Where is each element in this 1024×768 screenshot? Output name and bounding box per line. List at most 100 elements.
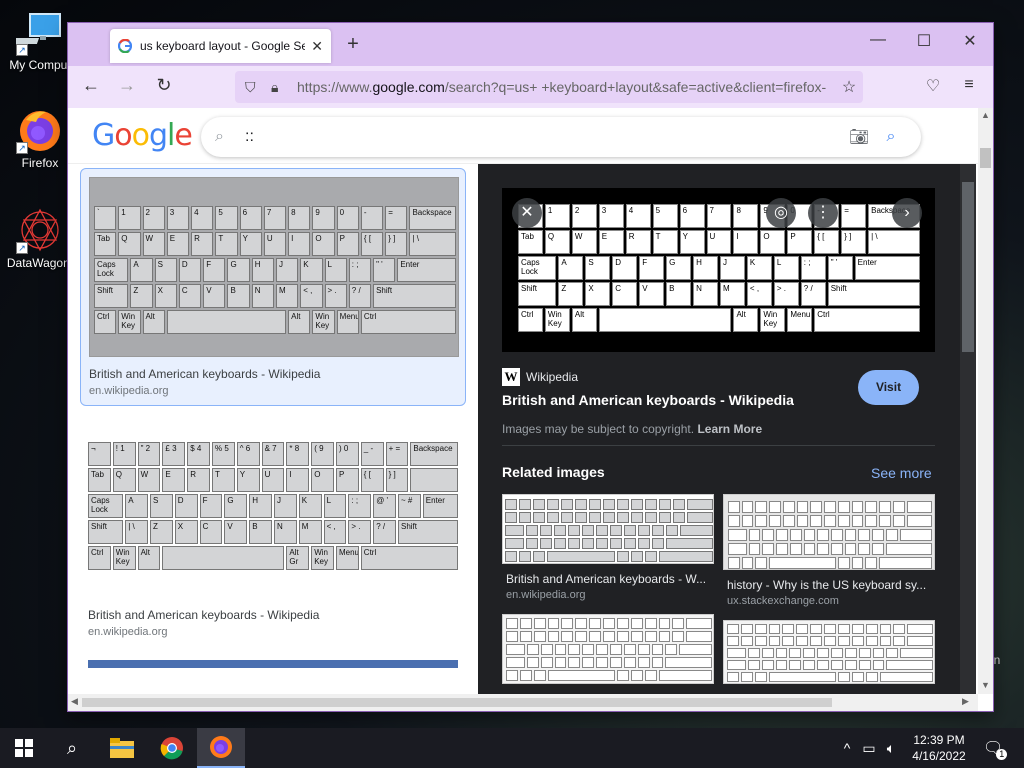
shield-icon[interactable]: ⛉ [245,79,265,96]
keyboard-key: Win Key [544,308,570,332]
keyboard-key: J [273,494,297,518]
chevron-up-icon[interactable]: ^ [836,740,858,756]
keyboard-key: H [693,256,718,280]
close-preview-icon[interactable]: ✕ [512,198,542,228]
scroll-up-icon[interactable]: ▲ [978,110,993,120]
preview-panel: `1234567890-=BackspaceTabQWERTYUIOP{ [} … [478,164,976,694]
keyboard-key [596,538,608,549]
keyboard-key: G [227,258,250,282]
scroll-down-icon[interactable]: ▼ [978,680,993,690]
keyboard-key: } ] [385,468,409,492]
keyboard-key [658,618,671,629]
see-more-link[interactable]: See more [871,465,932,481]
menu-icon[interactable]: ≡ [957,76,981,94]
pocket-icon[interactable]: ♡ [921,76,945,96]
keyboard-key: } ] [385,232,408,256]
keyboard-key [879,557,932,569]
keyboard-key [505,512,517,523]
minimize-button[interactable]: — [855,31,901,49]
back-button[interactable]: ← [79,75,103,96]
bookmark-star-icon[interactable]: ☆ [835,77,863,97]
keyboard-key [803,543,816,555]
keyboard-layout: ¬! 1 " 2 £ 3 $ 4% 5 ^ 6 & 7 * 8( 9) 0 _ - + = Bac… [88,442,458,570]
keyboard-key [686,631,712,642]
keyboard-key: } ] [841,230,867,254]
file-explorer-button[interactable] [98,728,146,768]
keyboard-key [837,501,850,513]
preview-source[interactable]: W Wikipedia [502,368,578,386]
keyboard-key [665,644,678,655]
scroll-left-icon[interactable]: ◀ [71,696,78,707]
copyright-notice: Images may be subject to copyright. Lear… [502,422,762,436]
keyboard-key: Z [149,520,173,544]
url-bar[interactable]: ⛉ 🔒︎ https://www.google.com/search?q=us+… [235,71,863,103]
network-icon[interactable]: ▭ [858,740,880,757]
keyboard-key [631,551,643,562]
keyboard-key: ) 0 [335,442,359,466]
related-image-item[interactable] [502,614,714,684]
keyboard-key [831,529,843,541]
keyboard-layout [505,499,713,562]
related-image-item[interactable] [723,620,935,684]
tab-google-search[interactable]: us keyboard layout - Google Se ✕ [110,29,331,63]
search-box[interactable]: ⌕ :: 📷︎ ⌕ [201,117,921,157]
related-image-item[interactable]: British and American keyboards - W... en… [502,494,714,601]
google-logo[interactable]: Google [92,118,193,153]
keyboard-key: - [360,206,384,230]
url-text[interactable]: https://www.google.com/search?q=us+ +key… [297,79,835,95]
keyboard-key: C [178,284,202,308]
keyboard-key [533,631,546,642]
search-submit-icon[interactable]: ⌕ [875,128,907,146]
keyboard-key: F [199,494,223,518]
keyboard-key [596,644,608,655]
panel-scrollbar[interactable] [960,164,976,694]
keyboard-key: M [298,520,322,544]
start-button[interactable] [0,728,48,768]
visit-button[interactable]: Visit [858,370,919,405]
keyboard-key [761,660,774,670]
search-input[interactable]: :: [237,128,843,146]
related-image-item[interactable]: history - Why is the US keyboard sy... u… [723,494,935,607]
keyboard-key [796,501,809,513]
reload-button[interactable]: ↻ [152,75,176,96]
keyboard-key [638,538,650,549]
lens-icon[interactable]: ◎ [766,198,796,228]
preview-title[interactable]: British and American keyboards - Wikiped… [502,392,794,408]
keyboard-key: Menu [336,310,359,334]
close-window-button[interactable]: ✕ [947,31,993,51]
forward-button[interactable]: → [115,75,139,96]
chrome-button[interactable] [148,728,196,768]
close-tab-icon[interactable]: ✕ [311,38,323,55]
keyboard-key [651,644,664,655]
keyboard-key [526,657,539,668]
keyboard-key: 5 [215,206,238,230]
notification-center-button[interactable]: 🗨︎ 1 [983,728,1008,768]
firefox-taskbar-button[interactable] [197,728,245,768]
related-image [502,494,714,564]
horizontal-scrollbar[interactable]: ◀ ▶ [68,694,978,711]
next-image-icon[interactable]: › [892,198,922,228]
image-result-card[interactable]: ` 1 2 3 4 5 6 7 8 9 0- = Backspace Tab Q W E R T Y U I O P{ [} … [80,168,466,406]
more-options-icon[interactable]: ⋮ [808,198,838,228]
clock[interactable]: 12:39 PM 4/16/2022 [900,732,978,764]
image-result-card[interactable] [80,652,466,694]
panel-scroll-thumb[interactable] [962,182,974,352]
keyboard-image: ¬! 1 " 2 £ 3 $ 4% 5 ^ 6 & 7 * 8( 9) 0 _ - + = Bac… [88,418,458,598]
firefox-window: us keyboard layout - Google Se ✕ + — ☐ ✕… [68,23,993,711]
keyboard-key: 7 [706,204,732,228]
learn-more-link[interactable]: Learn More [697,422,762,436]
keyboard-layout [728,501,932,569]
search-button[interactable]: ⌕ [48,728,96,768]
lock-icon[interactable]: 🔒︎ [271,79,291,96]
vertical-scroll-thumb[interactable] [980,148,991,168]
image-result-card[interactable]: ¬! 1 " 2 £ 3 $ 4% 5 ^ 6 & 7 * 8( 9) 0 _ - + = Bac… [80,410,466,646]
keyboard-key [755,515,768,527]
horizontal-scroll-thumb[interactable] [82,698,832,707]
scroll-right-icon[interactable]: ▶ [962,696,969,707]
volume-icon[interactable]: 🔈︎ [880,740,902,757]
maximize-button[interactable]: ☐ [901,31,947,51]
new-tab-button[interactable]: + [341,33,365,56]
vertical-scrollbar[interactable]: ▲ ▼ [978,108,993,694]
camera-search-icon[interactable]: 📷︎ [843,127,875,147]
keyboard-key: I [733,230,759,254]
